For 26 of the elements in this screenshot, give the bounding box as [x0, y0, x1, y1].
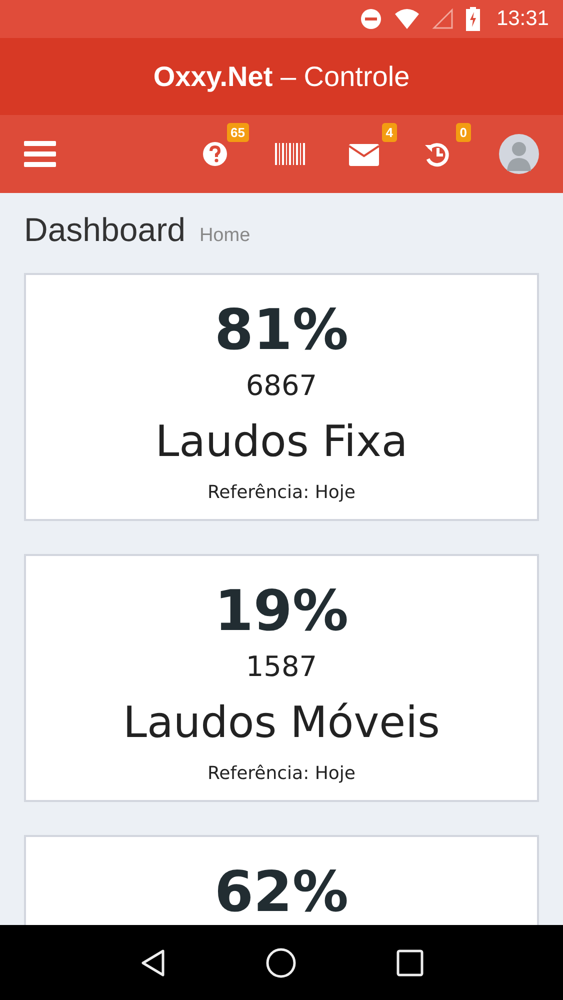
count-badge: 4: [382, 123, 397, 142]
avatar-icon[interactable]: [499, 134, 539, 174]
home-icon[interactable]: [265, 946, 298, 978]
back-icon[interactable]: [139, 948, 168, 978]
count-badge: 0: [456, 123, 471, 142]
reference-text: Referência: Hoje: [206, 762, 356, 786]
barcode-icon[interactable]: [275, 140, 305, 168]
do-not-disturb-icon: [360, 8, 382, 30]
count-value: 6867: [244, 368, 318, 404]
signal-icon: [432, 8, 454, 30]
reference-text: Referência: Hoje: [206, 481, 356, 505]
breadcrumb-link[interactable]: Home: [199, 225, 250, 247]
page-title: Dashboard: [24, 211, 186, 249]
wifi-icon: [394, 8, 420, 30]
card-label: Laudos Fixa: [154, 416, 409, 469]
menu-icon[interactable]: [24, 141, 56, 167]
card-label: Laudos Móveis: [122, 697, 441, 750]
count-value: 1587: [244, 649, 318, 685]
battery-icon: [466, 7, 480, 31]
percent-value: 19%: [213, 579, 350, 645]
recents-icon[interactable]: [396, 948, 424, 976]
clock-time: 13:31: [496, 7, 549, 31]
app-title: Oxxy.Net – Controle: [153, 60, 410, 92]
count-badge: 65: [226, 123, 249, 142]
percent-value: 62%: [213, 860, 350, 925]
percent-value: 81%: [213, 298, 350, 364]
